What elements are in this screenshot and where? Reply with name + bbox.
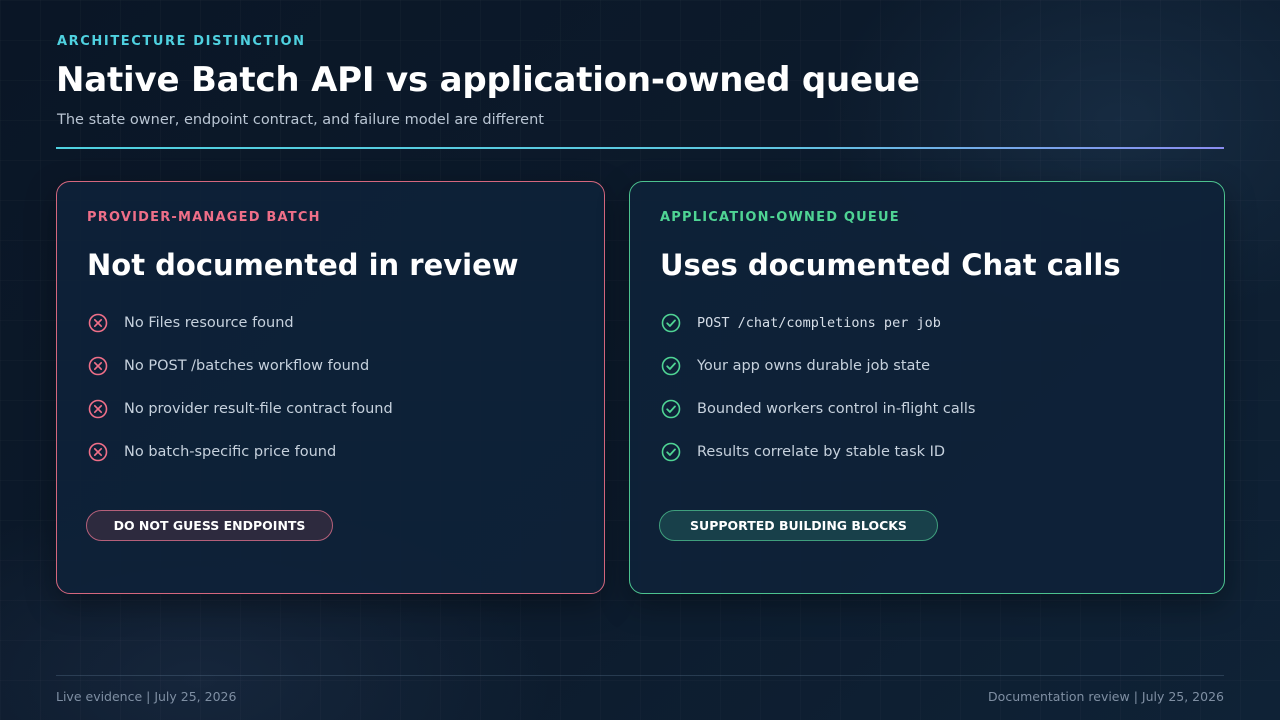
footer-divider	[56, 675, 1224, 676]
x-circle-icon	[87, 441, 109, 463]
list-item: Your app owns durable job state	[660, 355, 1180, 377]
card-label: APPLICATION-OWNED QUEUE	[660, 210, 900, 225]
list-item: No provider result-file contract found	[87, 398, 607, 420]
list-item-text: Bounded workers control in-flight calls	[697, 401, 976, 417]
provider-managed-batch-card: PROVIDER-MANAGED BATCH Not documented in…	[56, 181, 605, 594]
footer-right-text: Documentation review | July 25, 2026	[988, 689, 1224, 704]
list-item: Results correlate by stable task ID	[660, 441, 1180, 463]
supported-badge: SUPPORTED BUILDING BLOCKS	[659, 510, 938, 541]
list-item-text: No batch-specific price found	[124, 444, 337, 460]
card-item-list: No Files resource found No POST /batches…	[87, 312, 607, 484]
list-item: Bounded workers control in-flight calls	[660, 398, 1180, 420]
x-circle-icon	[87, 355, 109, 377]
list-item-text: No POST /batches workflow found	[124, 358, 370, 374]
header-divider	[56, 147, 1224, 149]
list-item: No batch-specific price found	[87, 441, 607, 463]
list-item-text: Results correlate by stable task ID	[697, 444, 946, 460]
application-owned-queue-card: APPLICATION-OWNED QUEUE Uses documented …	[629, 181, 1225, 594]
page-subtitle: The state owner, endpoint contract, and …	[57, 112, 544, 128]
card-item-list: POST /chat/completions per job Your app …	[660, 312, 1180, 484]
footer-left-text: Live evidence | July 25, 2026	[56, 689, 237, 704]
check-circle-icon	[660, 355, 682, 377]
section-eyebrow: ARCHITECTURE DISTINCTION	[57, 34, 306, 49]
x-circle-icon	[87, 398, 109, 420]
page-title: Native Batch API vs application-owned qu…	[56, 60, 920, 100]
warning-badge: DO NOT GUESS ENDPOINTS	[86, 510, 333, 541]
card-heading: Uses documented Chat calls	[660, 248, 1121, 282]
list-item-text: No provider result-file contract found	[124, 401, 393, 417]
check-circle-icon	[660, 398, 682, 420]
x-circle-icon	[87, 312, 109, 334]
list-item: POST /chat/completions per job	[660, 312, 1180, 334]
list-item-text: POST /chat/completions per job	[697, 315, 941, 331]
check-circle-icon	[660, 441, 682, 463]
list-item-text: Your app owns durable job state	[697, 358, 930, 374]
list-item-text: No Files resource found	[124, 315, 294, 331]
list-item: No Files resource found	[87, 312, 607, 334]
card-heading: Not documented in review	[87, 248, 519, 282]
card-label: PROVIDER-MANAGED BATCH	[87, 210, 321, 225]
list-item: No POST /batches workflow found	[87, 355, 607, 377]
check-circle-icon	[660, 312, 682, 334]
